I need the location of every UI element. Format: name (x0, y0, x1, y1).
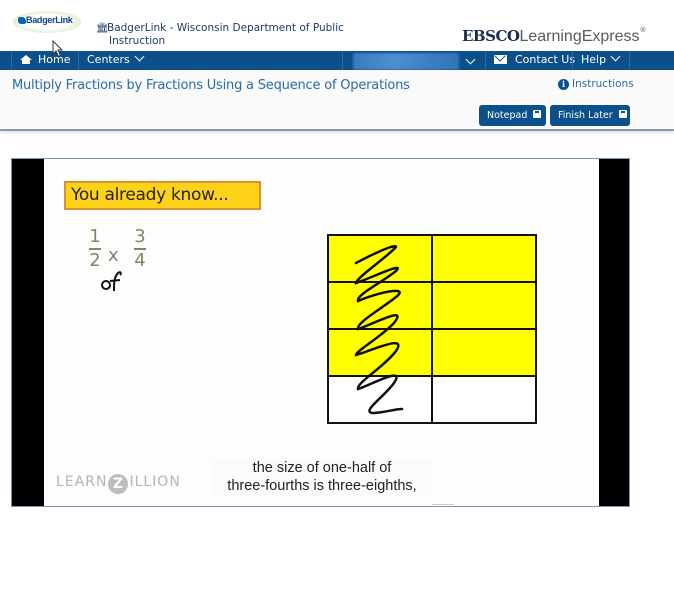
instructions-link[interactable]: i Instructions (558, 78, 634, 90)
fraction-denominator: 2 (89, 249, 101, 271)
grid-cell-shaded (327, 234, 433, 283)
institution-title-line1: BadgerLink - Wisconsin Department of Pub… (107, 22, 344, 34)
ebsco-learningexpress-logo: EBSCOLearningExpress® (462, 26, 647, 46)
institution-title[interactable]: 🏛BadgerLink - Wisconsin Department of Pu… (96, 22, 356, 47)
notepad-button[interactable]: Notepad (479, 105, 546, 126)
fraction-numerator: 3 (134, 226, 146, 247)
grid-cell-shaded (431, 234, 537, 283)
grid-cell-shaded (431, 281, 537, 330)
video-caption: the size of one-half of three-fourths is… (212, 459, 432, 495)
lesson-header: Multiply Fractions by Fractions Using a … (0, 70, 674, 131)
nav-contact-label: Contact Us (515, 53, 576, 66)
lesson-title: Multiply Fractions by Fractions Using a … (12, 78, 410, 93)
fraction-grid (327, 234, 537, 424)
chevron-down-icon (610, 51, 621, 62)
nav-home[interactable]: Home (11, 51, 78, 70)
multiply-sign: x (108, 245, 119, 266)
nav-contact-us[interactable]: Contact Us (485, 51, 576, 70)
home-icon (20, 55, 32, 64)
registered-mark: ® (639, 26, 647, 34)
learnzillion-logo-icon: Z (108, 474, 129, 494)
nav-centers[interactable]: Centers (78, 51, 160, 70)
info-icon: i (558, 79, 569, 90)
finish-later-label: Finish Later (558, 110, 613, 121)
fraction-one-half: 1 2 (88, 227, 102, 271)
video-scrubber[interactable] (432, 504, 454, 505)
nav-help[interactable]: Help (572, 51, 630, 70)
video-player[interactable]: You already know... 1 2 x 3 4 LEARN Z ILLI… (11, 158, 630, 507)
logo-text: BadgerLink (26, 15, 73, 25)
grid-cell-shaded (431, 328, 537, 377)
finish-later-button[interactable]: Finish Later (550, 105, 630, 126)
chevron-down-icon (465, 54, 476, 65)
institution-icon: 🏛 (96, 23, 109, 34)
grid-cell-empty (431, 375, 537, 424)
video-frame: You already know... 1 2 x 3 4 LEARN Z ILLI… (44, 159, 599, 506)
brand-light: LearningExpress (519, 28, 640, 45)
caption-line-1: the size of one-half of (252, 460, 392, 476)
nav-user-menu[interactable] (342, 51, 485, 70)
chevron-down-icon (134, 51, 145, 62)
handwritten-of (101, 271, 122, 292)
fraction-denominator: 4 (134, 249, 146, 271)
nav-help-label: Help (581, 53, 607, 66)
badgerlink-logo[interactable]: BadgerLink (13, 11, 81, 33)
wisconsin-map-icon (18, 17, 26, 24)
nav-centers-label: Centers (87, 53, 130, 66)
brand-bold: EBSCO (462, 27, 520, 45)
watermark-left: LEARN (56, 474, 108, 490)
learnzillion-watermark: LEARN Z ILLION (56, 472, 181, 494)
top-header: BadgerLink 🏛BadgerLink - Wisconsin Depar… (0, 0, 674, 51)
mail-icon (494, 55, 507, 64)
user-name-blurred (353, 53, 459, 70)
instructions-label: Instructions (572, 78, 634, 90)
you-already-know-banner: You already know... (64, 181, 261, 210)
grid-cell-shaded (327, 281, 433, 330)
fraction-three-fourths: 3 4 (133, 227, 147, 271)
mouse-cursor-icon (52, 40, 64, 58)
save-icon (618, 110, 627, 118)
watermark-right: ILLION (129, 474, 181, 490)
notepad-icon (533, 110, 542, 118)
institution-title-line2: Instruction (109, 35, 166, 47)
fraction-numerator: 1 (89, 226, 101, 247)
caption-line-2: three-fourths is three-eighths, (227, 478, 417, 494)
main-nav: Home Centers Contact Us Help (0, 51, 674, 70)
notepad-label: Notepad (487, 110, 528, 121)
